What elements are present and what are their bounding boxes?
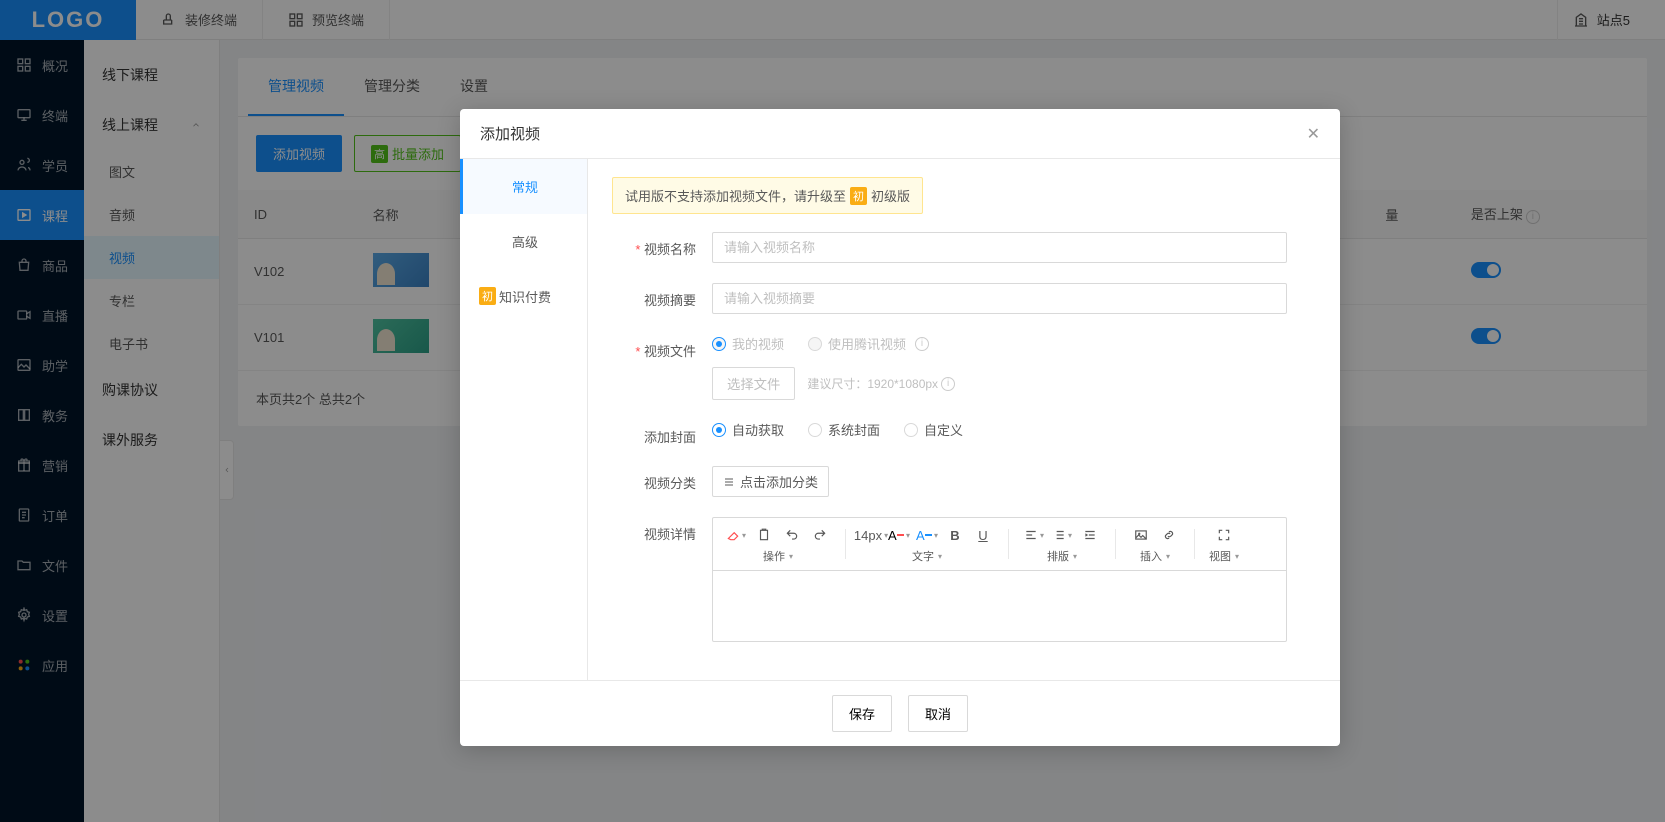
label-video-summary: 视频摘要 [612,283,696,309]
align-icon[interactable]: ▾ [1023,524,1045,546]
underline-icon[interactable]: U [972,524,994,546]
list-icon [723,476,735,488]
badge-basic: 初 [479,287,496,305]
radio-cover-system[interactable]: 系统封面 [808,420,880,439]
eraser-icon[interactable]: ▾ [725,524,747,546]
rich-text-editor: ▾ 操作▾ 14px▾ [712,517,1287,642]
font-color-icon[interactable]: A▾ [888,524,910,546]
modal-tab-general[interactable]: 常规 [460,159,587,214]
info-icon: i [915,337,929,351]
radio-icon [712,337,726,351]
size-hint: 建议尺寸：1920*1080px [807,375,938,392]
video-name-input[interactable] [712,232,1287,263]
badge-basic: 初 [850,187,867,205]
paste-icon[interactable] [753,524,775,546]
radio-cover-custom[interactable]: 自定义 [904,420,963,439]
label-cover: 添加封面 [612,420,696,446]
video-summary-input[interactable] [712,283,1287,314]
insert-image-icon[interactable] [1130,524,1152,546]
radio-my-video[interactable]: 我的视频 [712,334,784,353]
close-icon[interactable]: ✕ [1307,124,1320,144]
save-button[interactable]: 保存 [832,695,892,732]
radio-icon [808,423,822,437]
indent-icon[interactable] [1079,524,1101,546]
label-video-file: 视频文件 [612,334,696,360]
list-ordered-icon[interactable]: ▾ [1051,524,1073,546]
editor-group-view: 视图▾ [1209,548,1239,564]
radio-icon [712,423,726,437]
bold-icon[interactable]: B [944,524,966,546]
info-icon: i [941,377,955,391]
modal-tab-advanced[interactable]: 高级 [460,214,587,269]
editor-group-operation: 操作▾ [763,548,793,564]
radio-icon [808,337,822,351]
undo-icon[interactable] [781,524,803,546]
add-video-modal: 添加视频 ✕ 常规 高级 初 知识付费 试用版不支持添加视频文件，请升级至 初 … [460,109,1340,746]
modal-tab-paid[interactable]: 初 知识付费 [460,269,587,324]
label-category: 视频分类 [612,466,696,492]
cancel-button[interactable]: 取消 [908,695,968,732]
radio-icon [904,423,918,437]
redo-icon[interactable] [809,524,831,546]
trial-warning: 试用版不支持添加视频文件，请升级至 初 初级版 [612,177,923,214]
editor-group-text: 文字▾ [912,548,942,564]
fullscreen-icon[interactable] [1213,524,1235,546]
font-size-select[interactable]: 14px▾ [860,524,882,546]
modal-sidebar: 常规 高级 初 知识付费 [460,159,588,680]
insert-link-icon[interactable] [1158,524,1180,546]
editor-group-insert: 插入▾ [1140,548,1170,564]
choose-file-button[interactable]: 选择文件 [712,367,795,400]
editor-content-area[interactable] [713,571,1286,641]
bg-color-icon[interactable]: A▾ [916,524,938,546]
add-category-button[interactable]: 点击添加分类 [712,466,829,497]
label-detail: 视频详情 [612,517,696,543]
label-video-name: 视频名称 [612,232,696,258]
radio-cover-auto[interactable]: 自动获取 [712,420,784,439]
editor-group-layout: 排版▾ [1047,548,1077,564]
radio-tencent-video[interactable]: 使用腾讯视频 i [808,334,929,353]
modal-title: 添加视频 [480,123,540,144]
